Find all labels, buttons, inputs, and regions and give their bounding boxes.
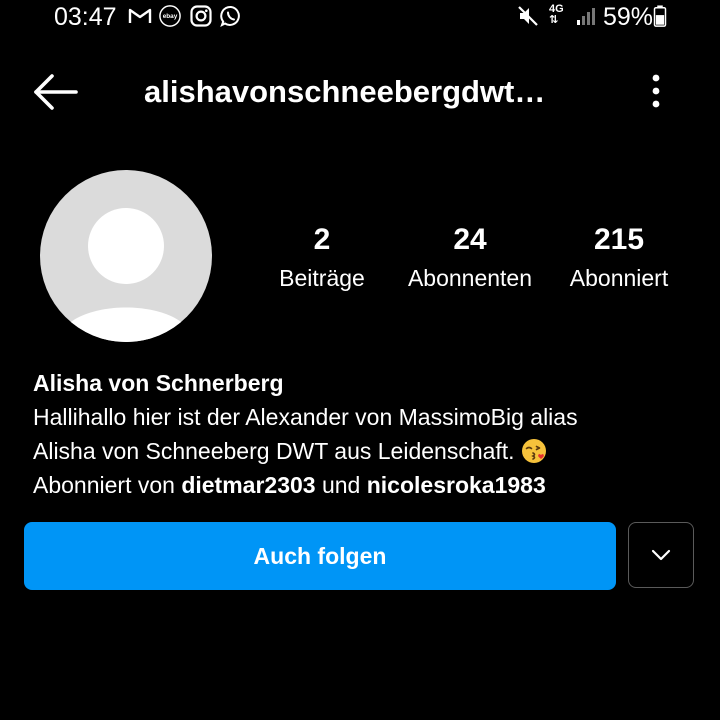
followed-by-prefix: Abonniert von [33,472,182,498]
profile-header: alishavonschneebergdwt… [0,60,720,124]
following-stat[interactable]: 215 Abonniert [544,222,694,293]
followed-by-user-1[interactable]: dietmar2303 [181,472,315,498]
suggestions-dropdown-button[interactable] [628,522,694,588]
posts-stat[interactable]: 2 Beiträge [247,222,397,293]
status-bar: 03:47 ebay 4G ⇅ 59% [0,0,720,36]
profile-display-name: Alisha von Schnerberg [33,370,284,396]
following-count: 215 [593,223,645,256]
gmail-icon [128,8,152,23]
more-options-button[interactable] [640,72,672,112]
follow-back-button[interactable]: Auch folgen [24,522,616,590]
more-vertical-icon [652,74,660,108]
mute-icon [518,6,538,26]
profile-avatar[interactable] [40,170,212,342]
posts-count: 2 [313,223,331,256]
followed-by-user-2[interactable]: nicolesroka1983 [367,472,546,498]
bio-text-line-1: Hallihallo hier ist der Alexander von Ma… [33,404,578,430]
default-avatar-icon [40,170,212,342]
followers-count: 24 [453,223,487,256]
signal-icon [577,8,595,25]
whatsapp-icon [220,5,240,27]
followers-stat[interactable]: 24 Abonnenten [395,222,545,293]
status-time: 03:47 [54,3,117,31]
followers-label: Abonnenten [407,265,533,291]
instagram-icon [190,5,212,27]
following-label: Abonniert [569,265,669,291]
arrow-left-icon [34,74,78,110]
battery-icon [653,5,667,27]
kiss-emoji-icon [521,439,546,463]
followed-by-and: und [315,472,367,498]
posts-label: Beiträge [279,265,365,291]
bio-text-line-2: Alisha von Schneeberg DWT aus Leidenscha… [33,434,693,468]
bio-text-line-2-text: Alisha von Schneeberg DWT aus Leidenscha… [33,438,515,464]
profile-username-title: alishavonschneebergdwt… [144,74,546,109]
ebay-icon: ebay [159,5,181,27]
battery-percentage: 59% [603,3,654,31]
back-button[interactable] [30,72,82,112]
profile-bio: Alisha von Schnerberg Hallihallo hier is… [33,366,693,502]
network-type: 4G ⇅ [549,3,564,26]
svg-text:ebay: ebay [163,13,178,20]
chevron-down-icon [651,549,671,561]
followed-by-line: Abonniert von dietmar2303 und nicolesrok… [33,468,693,502]
